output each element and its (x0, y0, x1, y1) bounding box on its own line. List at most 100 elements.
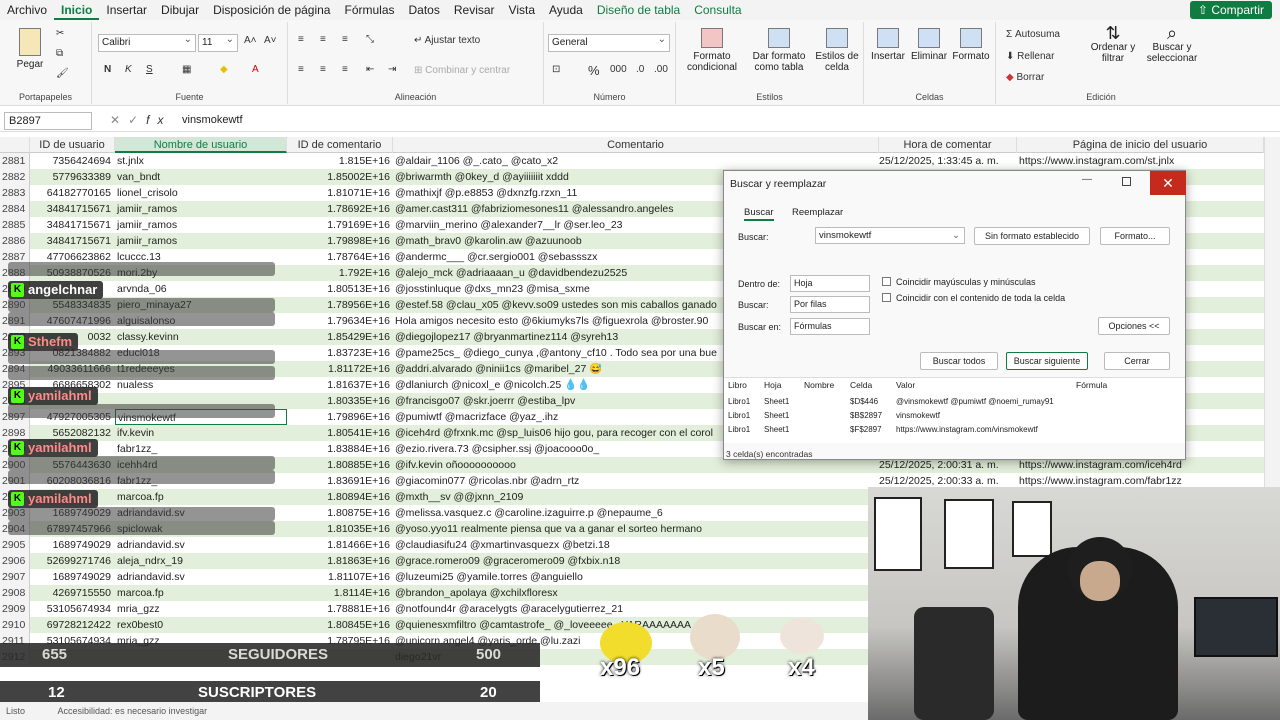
close-button[interactable]: Cerrar (1104, 352, 1170, 370)
cell-username[interactable]: classy.kevinn (115, 329, 287, 345)
copy-icon[interactable]: ⧉ (56, 48, 63, 59)
align-center-icon[interactable]: ≡ (320, 64, 326, 75)
cell-username[interactable]: rex0best0 (115, 617, 287, 633)
accounting-icon[interactable]: ⊡ (552, 64, 560, 75)
borders-icon[interactable]: ▦ (182, 64, 191, 75)
cell-comment[interactable]: @notfound4r @aracelygts @aracelygutierre… (393, 601, 873, 617)
cell-comment-id[interactable]: 1.78956E+16 (287, 297, 392, 313)
align-left-icon[interactable]: ≡ (298, 64, 304, 75)
match-case-checkbox[interactable] (882, 277, 891, 286)
options-button[interactable]: Opciones << (1098, 317, 1170, 335)
format-painter-icon[interactable]: 🖌 (56, 68, 69, 79)
cell-comment[interactable]: @mxth__sv @@jxnn_2109 (393, 489, 873, 505)
results-row[interactable]: Libro1 Sheet1 $D$446 @vinsmokewtf @pumiw… (724, 395, 1185, 409)
format-cells-button[interactable]: Formato (950, 28, 992, 62)
cell-username[interactable]: st.jnlx (115, 153, 287, 169)
cell-user-id[interactable]: 64182770165 (30, 185, 113, 201)
find-input[interactable]: vinsmokewtf ⌄ (815, 227, 965, 244)
cell-user-id[interactable]: 1689749029 (30, 537, 113, 553)
cell-username[interactable]: ifv.kevin (115, 425, 287, 441)
formula-input[interactable]: vinsmokewtf (182, 114, 243, 126)
bold-icon[interactable]: N (104, 64, 111, 75)
cell-user-id[interactable]: 34841715671 (30, 217, 113, 233)
search-order-select[interactable]: Por filas (790, 296, 870, 313)
merge-center-button[interactable]: ⊞ Combinar y centrar (414, 65, 510, 76)
cell-comment-id[interactable]: 1.79634E+16 (287, 313, 392, 329)
cell-comment-id[interactable]: 1.81466E+16 (287, 537, 392, 553)
conditional-format-button[interactable]: Formato condicional (680, 28, 744, 73)
cell-user-id[interactable]: 34841715671 (30, 233, 113, 249)
match-entire-checkbox[interactable] (882, 293, 891, 302)
decrease-indent-icon[interactable]: ⇤ (366, 64, 374, 75)
cell-user-id[interactable]: 5779633389 (30, 169, 113, 185)
col-header-user-id[interactable]: ID de usuario (30, 137, 115, 153)
cell-comment-id[interactable]: 1.81637E+16 (287, 377, 392, 393)
cell-comment-id[interactable]: 1.80875E+16 (287, 505, 392, 521)
cut-icon[interactable]: ✂ (56, 28, 64, 39)
format-button[interactable]: Formato... (1100, 227, 1170, 245)
cell-comment[interactable]: @giacomin077 @ricolas.nbr @adrn_rtz (393, 473, 873, 489)
font-size-select[interactable]: 11 (198, 32, 238, 52)
font-name-select[interactable]: Calibri (98, 32, 196, 52)
cell-username[interactable]: marcoa.fp (115, 585, 287, 601)
col-header-page[interactable]: Página de inicio del usuario (1017, 137, 1264, 153)
cell-comment-id[interactable]: 1.81035E+16 (287, 521, 392, 537)
cell-comment[interactable]: @brandon_apolaya @xchilxfloresx (393, 585, 873, 601)
insert-cells-button[interactable]: Insertar (868, 28, 908, 62)
confirm-icon[interactable]: ✓ (128, 113, 146, 127)
cell-username[interactable]: adriandavid.sv (115, 537, 287, 553)
tab-inicio[interactable]: Inicio (54, 0, 100, 20)
cell-username[interactable]: adriandavid.sv (115, 569, 287, 585)
cell-comment-id[interactable]: 1.85429E+16 (287, 329, 392, 345)
cell-comment-id[interactable]: 1.81863E+16 (287, 553, 392, 569)
cell-comment-id[interactable]: 1.80513E+16 (287, 281, 392, 297)
tab-formulas[interactable]: Fórmulas (337, 0, 401, 20)
cell-comment-id[interactable]: 1.792E+16 (287, 265, 392, 281)
tab-revisar[interactable]: Revisar (447, 0, 502, 20)
find-all-button[interactable]: Buscar todos (920, 352, 998, 370)
row-number[interactable]: 2881 (0, 153, 30, 169)
row-number[interactable]: 2882 (0, 169, 30, 185)
increase-indent-icon[interactable]: ⇥ (388, 64, 396, 75)
row-number[interactable]: 2883 (0, 185, 30, 201)
row-number[interactable]: 2906 (0, 553, 30, 569)
italic-icon[interactable]: K (125, 64, 132, 75)
no-format-button[interactable]: Sin formato establecido (974, 227, 1090, 245)
orientation-icon[interactable]: ⤡ (366, 34, 374, 45)
paste-button[interactable]: Pegar (12, 28, 48, 70)
cell-comment-id[interactable]: 1.80894E+16 (287, 489, 392, 505)
tab-ayuda[interactable]: Ayuda (542, 0, 590, 20)
cell-user-id[interactable]: 7356424694 (30, 153, 113, 169)
cell-comment-id[interactable]: 1.81107E+16 (287, 569, 392, 585)
cell-comment-id[interactable]: 1.85002E+16 (287, 169, 392, 185)
cell-comment-id[interactable]: 1.78881E+16 (287, 601, 392, 617)
cell-comment-id[interactable]: 1.79169E+16 (287, 217, 392, 233)
cell-time[interactable]: 25/12/2025, 1:33:45 a. m. (879, 153, 1019, 169)
cell-page[interactable]: https://www.instagram.com/st.jnlx (1019, 153, 1264, 169)
wrap-text-button[interactable]: ↵ Ajustar texto (414, 35, 480, 46)
align-top-icon[interactable]: ≡ (298, 34, 304, 45)
cell-comment[interactable]: @luzeumi25 @yamile.torres @anguiello (393, 569, 873, 585)
cell-comment[interactable]: @aldair_1106 @_.cato_ @cato_x2 (393, 153, 873, 169)
cell-username[interactable]: marcoa.fp (115, 489, 287, 505)
font-color-icon[interactable]: A (252, 64, 259, 75)
cell-comment-id[interactable]: 1.79898E+16 (287, 233, 392, 249)
cell-username[interactable]: jamiir_ramos (115, 201, 287, 217)
cell-comment-id[interactable]: 1.80335E+16 (287, 393, 392, 409)
comma-icon[interactable]: 000 (610, 64, 627, 75)
tab-datos[interactable]: Datos (402, 0, 447, 20)
cell-comment-id[interactable]: 1.78764E+16 (287, 249, 392, 265)
cell-comment-id[interactable]: 1.80845E+16 (287, 617, 392, 633)
align-right-icon[interactable]: ≡ (342, 64, 348, 75)
cell-comment-id[interactable]: 1.80541E+16 (287, 425, 392, 441)
minimize-icon[interactable]: — (1082, 174, 1092, 185)
clear-button[interactable]: ◆ Borrar (1006, 72, 1044, 83)
fx-icon[interactable]: fx (146, 113, 171, 127)
col-header-comment[interactable]: Comentario (393, 137, 879, 153)
align-middle-icon[interactable]: ≡ (320, 34, 326, 45)
fill-color-icon[interactable]: ◆ (220, 64, 228, 75)
cell-username[interactable]: van_bndt (115, 169, 287, 185)
tab-consulta[interactable]: Consulta (687, 0, 748, 20)
col-header-username[interactable]: Nombre de usuario (115, 137, 287, 153)
cell-comment-id[interactable]: 1.81071E+16 (287, 185, 392, 201)
